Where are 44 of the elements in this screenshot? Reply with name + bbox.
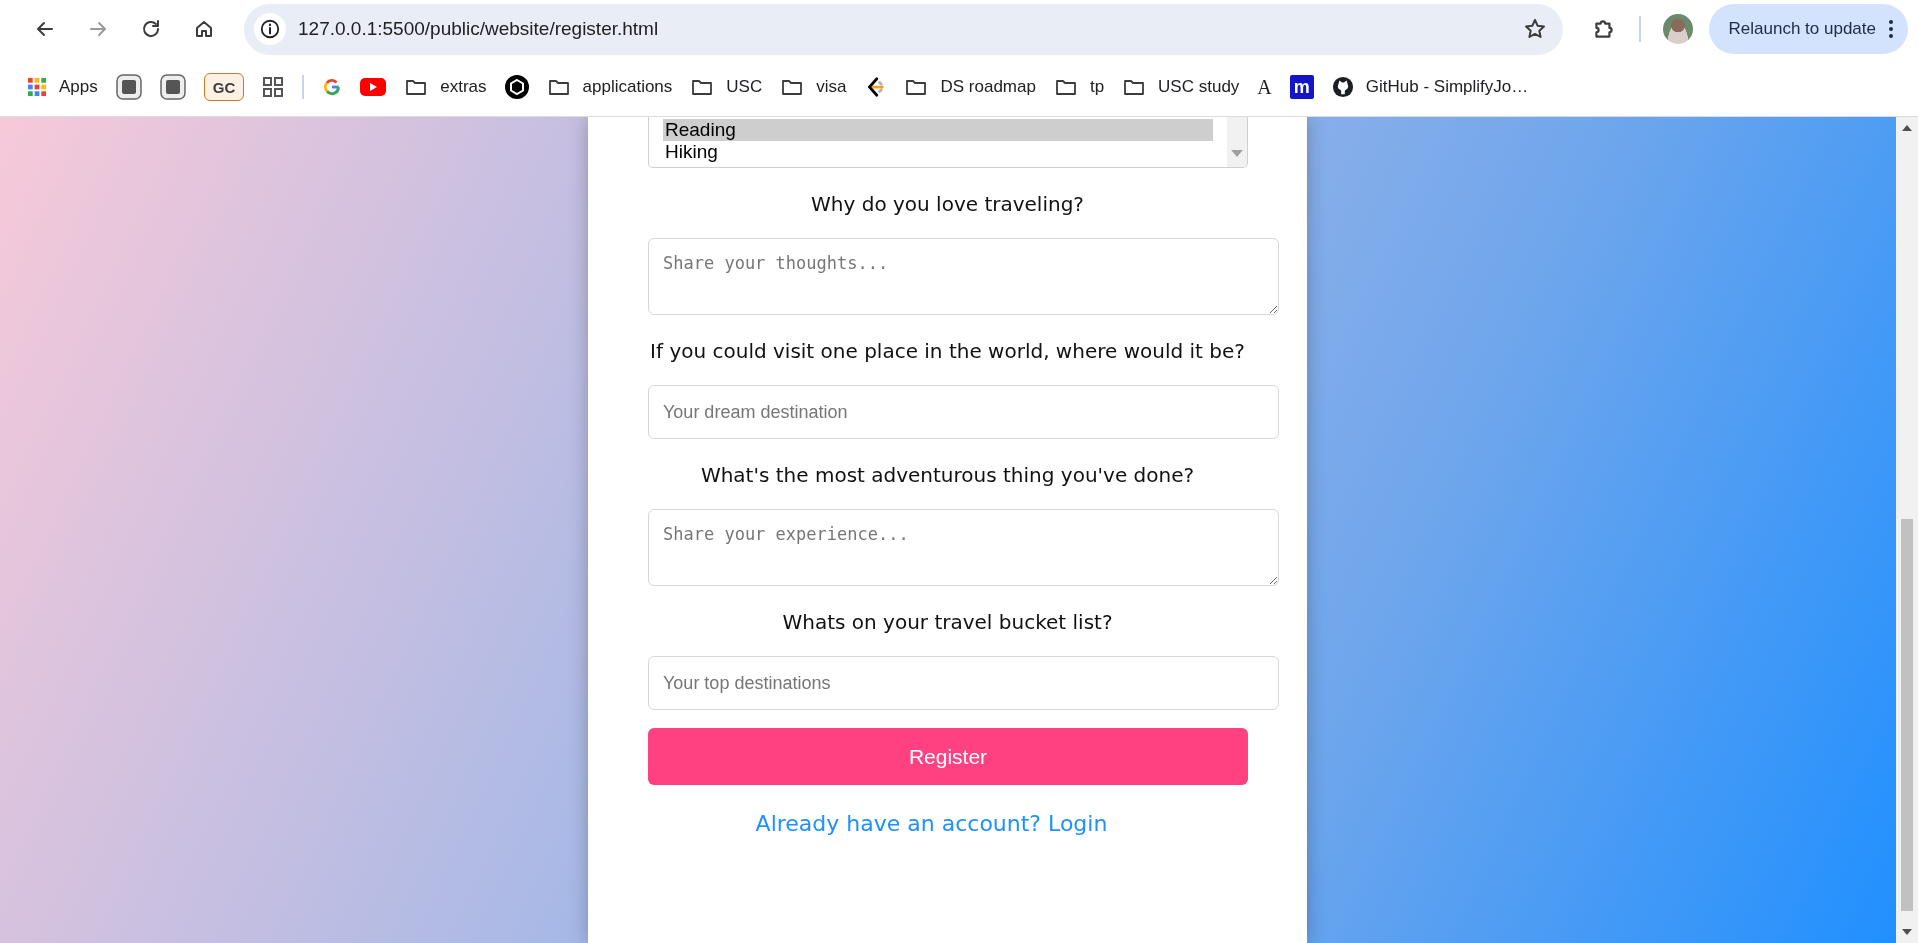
address-text: 127.0.0.1:5500/public/website/register.html — [298, 18, 660, 40]
bookmark-item[interactable]: USC study — [1122, 71, 1240, 103]
bookmark-item[interactable]: DS roadmap — [904, 71, 1036, 103]
list-option[interactable]: Hiking — [663, 141, 1213, 163]
star-icon[interactable] — [1522, 17, 1547, 41]
apps-grid-icon — [27, 77, 47, 97]
question-label: Why do you love traveling? — [810, 191, 1085, 218]
grid-icon — [262, 76, 285, 98]
question-label: If you could visit one place in the world, where would it be? — [649, 338, 1246, 365]
avatar[interactable] — [1662, 14, 1693, 44]
bookmark-item[interactable]: extras — [404, 71, 487, 103]
address-bar[interactable]: 127.0.0.1:5500/public/website/register.html — [244, 3, 1563, 55]
bookmark-item[interactable] — [159, 71, 186, 103]
bookmark-item[interactable]: A — [1257, 71, 1272, 103]
info-icon[interactable] — [259, 18, 281, 40]
answer-box[interactable]: Share your thoughts... — [648, 238, 1279, 315]
bookmark-item[interactable]: tp — [1053, 71, 1105, 103]
list-option[interactable]: Reading — [663, 119, 1213, 141]
bookmark-item[interactable]: GC — [203, 73, 245, 101]
scroll-down-icon[interactable] — [1902, 929, 1912, 935]
scroll-up-icon[interactable] — [1902, 125, 1912, 131]
question-label: Whats on your travel bucket list? — [781, 609, 1114, 636]
cat-logo-icon — [1331, 76, 1354, 98]
bookmark-item[interactable]: visa — [780, 71, 847, 103]
bookmark-item[interactable]: GitHub - SimplifyJo… — [1331, 71, 1529, 103]
answer-box[interactable]: Share your experience... — [648, 509, 1279, 586]
bookmark-item[interactable]: applications — [546, 71, 673, 103]
bookmark-item[interactable] — [115, 71, 142, 103]
relaunch-button[interactable]: Relaunch to update — [1708, 4, 1908, 54]
input-field[interactable]: Your top destinations — [648, 656, 1279, 710]
play-icon — [360, 78, 387, 96]
scrollbar-thumb[interactable] — [1901, 519, 1913, 911]
list-box[interactable]: Reading Hiking — [648, 117, 1248, 168]
square-icon — [115, 74, 142, 100]
menu-icon[interactable] — [1888, 19, 1894, 39]
bookmark-item[interactable]: Apps — [27, 71, 98, 103]
scrollbar[interactable] — [1896, 117, 1918, 943]
bookmark-item[interactable]: m — [1289, 75, 1314, 99]
bookmark-item[interactable]: USC — [690, 71, 763, 103]
input-field[interactable]: Your dream destination — [648, 385, 1279, 439]
g-logo-icon — [322, 77, 343, 97]
question-label: What's the most adventurous thing you've done? — [699, 462, 1196, 489]
knot-logo-icon — [504, 75, 529, 99]
square-icon — [159, 74, 186, 100]
